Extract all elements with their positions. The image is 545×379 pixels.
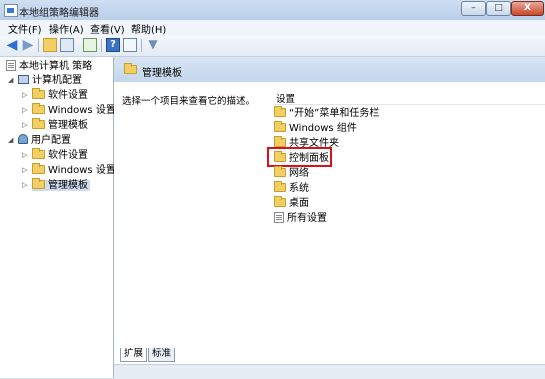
folder-icon [274, 121, 286, 132]
folder-icon [32, 148, 45, 159]
menu-view[interactable]: 查看(V) [90, 21, 125, 36]
expand-arrow-icon[interactable]: ▷ [22, 89, 30, 102]
tab-standard[interactable]: 标准 [148, 348, 176, 362]
folder-icon [274, 181, 286, 192]
folder-icon [274, 166, 286, 177]
list-item-all-settings[interactable]: 所有设置 [274, 212, 327, 226]
forward-arrow-icon[interactable]: ▶ [21, 38, 35, 52]
folder-icon [274, 106, 286, 117]
list-item-desktop[interactable]: 桌面 [274, 196, 309, 211]
collapse-arrow-icon[interactable]: ◢ [8, 134, 16, 147]
tree-software-settings[interactable]: ▷ 软件设置 [22, 88, 88, 102]
expand-arrow-icon[interactable]: ▷ [22, 119, 30, 132]
window-title: 本地组策略编辑器 [19, 8, 99, 19]
show-hide-tree-icon[interactable] [60, 38, 74, 52]
details-title: 管理模板 [142, 68, 182, 79]
tree-admin-templates[interactable]: ▷ 管理模板 [22, 118, 88, 132]
minimize-button[interactable]: – [461, 1, 486, 16]
folder-icon [32, 118, 45, 129]
list-item-network[interactable]: 网络 [274, 166, 309, 181]
user-icon [18, 134, 28, 144]
close-button[interactable]: X [511, 1, 544, 16]
folder-icon [124, 63, 137, 74]
toolbar-separator [101, 39, 102, 52]
settings-doc-icon [274, 212, 284, 223]
expand-arrow-icon[interactable]: ▷ [22, 104, 30, 117]
title-bar: 本地组策略编辑器 – □ X [0, 0, 545, 20]
menu-help[interactable]: 帮助(H) [131, 21, 166, 36]
tree-computer-config[interactable]: ◢ 计算机配置 [8, 74, 82, 87]
tree-root[interactable]: 本地计算机 策略 [6, 60, 92, 73]
expand-arrow-icon[interactable]: ▷ [22, 149, 30, 162]
folder-icon [32, 103, 45, 114]
folder-icon [274, 196, 286, 207]
settings-column-header[interactable]: 设置 [274, 90, 545, 105]
toolbar-separator [141, 39, 142, 52]
status-bar [114, 364, 545, 379]
filter-icon[interactable]: ▼ [146, 38, 160, 52]
expand-arrow-icon[interactable]: ▷ [22, 179, 30, 192]
collapse-arrow-icon[interactable]: ◢ [8, 74, 16, 87]
tree-user-config[interactable]: ◢ 用户配置 [8, 134, 71, 147]
computer-icon [18, 75, 29, 84]
up-folder-icon[interactable] [43, 38, 57, 52]
list-item-start-menu[interactable]: “开始”菜单和任务栏 [274, 106, 379, 121]
tree-user-software-settings[interactable]: ▷ 软件设置 [22, 148, 88, 162]
tree-user-admin-templates[interactable]: ▷ 管理模板 [22, 178, 90, 192]
tree-user-windows-settings[interactable]: ▷ Windows 设置 [22, 163, 116, 177]
expand-arrow-icon[interactable]: ▷ [22, 164, 30, 177]
folder-icon [274, 136, 286, 147]
folder-icon [32, 163, 45, 174]
menu-action[interactable]: 操作(A) [49, 21, 84, 36]
list-item-system[interactable]: 系统 [274, 181, 309, 196]
folder-icon [32, 88, 45, 99]
tree-pane: 本地计算机 策略 ◢ 计算机配置 ▷ 软件设置 ▷ Windows 设置 ▷ 管… [0, 57, 116, 378]
highlight-box [267, 147, 332, 167]
app-icon [4, 4, 18, 17]
maximize-button[interactable]: □ [486, 1, 511, 16]
folder-icon [32, 178, 45, 189]
export-list-icon[interactable] [83, 38, 97, 52]
details-header: 管理模板 [114, 57, 545, 82]
back-arrow-icon[interactable]: ◀ [5, 38, 19, 52]
properties-icon[interactable] [123, 38, 137, 52]
toolbar-separator [38, 39, 39, 52]
toolbar: ◀ ▶ ? ▼ [0, 35, 545, 57]
tab-extended[interactable]: 扩展 [120, 348, 148, 362]
list-item-windows-components[interactable]: Windows 组件 [274, 121, 357, 136]
menu-bar: 文件(F) 操作(A) 查看(V) 帮助(H) [0, 20, 545, 36]
tree-windows-settings[interactable]: ▷ Windows 设置 [22, 103, 116, 117]
description-text: 选择一个项目来查看它的描述。 [122, 96, 256, 107]
view-tabs: 扩展 标准 [114, 347, 545, 363]
details-pane: 管理模板 选择一个项目来查看它的描述。 设置 “开始”菜单和任务栏 Window… [114, 57, 545, 378]
policy-doc-icon [6, 60, 16, 71]
menu-file[interactable]: 文件(F) [8, 21, 42, 36]
help-icon[interactable]: ? [106, 38, 120, 52]
